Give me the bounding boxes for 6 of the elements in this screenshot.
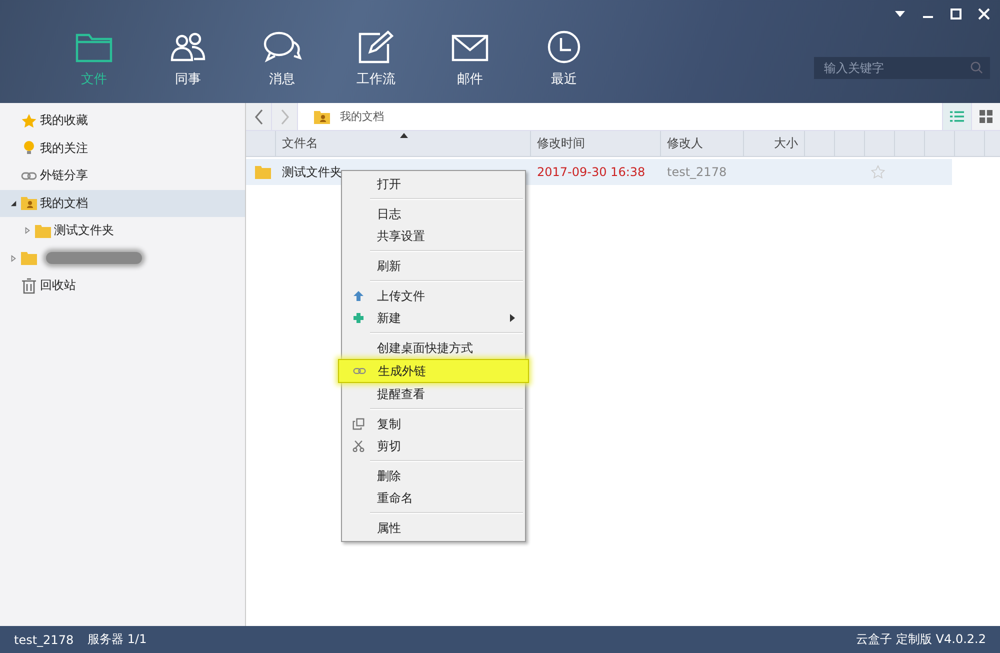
modifier-name: test_2178 <box>667 165 727 179</box>
file-name: 测试文件夹 <box>282 164 342 180</box>
server-status: 服务器 1/1 <box>88 631 147 648</box>
modified-time: 2017-09-30 16:38 <box>537 165 646 179</box>
user-name: test_2178 <box>14 632 74 646</box>
version-label: 云盒子 定制版 V4.0.2.2 <box>856 631 986 648</box>
